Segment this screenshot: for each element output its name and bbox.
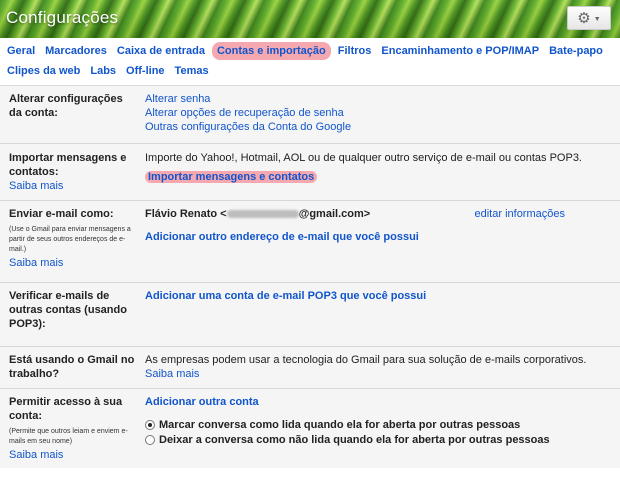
- row-change-account: Alterar configurações da conta: Alterar …: [0, 85, 620, 143]
- row-label-text: Enviar e-mail como:: [9, 208, 114, 220]
- learn-more-link[interactable]: Saiba mais: [145, 368, 199, 380]
- option-mark-read-label: Marcar conversa como lida quando ela for…: [159, 418, 521, 431]
- import-description: Importe do Yahoo!, Hotmail, AOL ou de qu…: [145, 152, 582, 164]
- tab-caixa-de-entrada[interactable]: Caixa de entrada: [114, 43, 208, 59]
- row-label-text: Importar mensagens e contatos:: [9, 152, 127, 178]
- radio-leave-unread[interactable]: [145, 434, 155, 445]
- add-email-address-link[interactable]: Adicionar outro endereço de e-mail que v…: [145, 230, 612, 244]
- change-password-link[interactable]: Alterar senha: [145, 92, 612, 106]
- row-import: Importar mensagens e contatos: Saiba mai…: [0, 143, 620, 200]
- row-content: Adicionar uma conta de e-mail POP3 que v…: [145, 289, 612, 303]
- row-work: Está usando o Gmail no trabalho? As empr…: [0, 346, 620, 388]
- settings-header: Configurações ⚙ ▼: [0, 0, 620, 38]
- tab-encaminhamento[interactable]: Encaminhamento e POP/IMAP: [378, 43, 542, 59]
- learn-more-link[interactable]: Saiba mais: [9, 256, 137, 270]
- tab-bate-papo[interactable]: Bate-papo: [546, 43, 606, 59]
- row-content: Adicionar outra conta Marcar conversa co…: [145, 395, 612, 447]
- option-leave-unread-label: Deixar a conversa como não lida quando e…: [159, 433, 550, 446]
- tab-labs[interactable]: Labs: [87, 63, 119, 79]
- chevron-down-icon: ▼: [593, 15, 601, 23]
- tab-marcadores[interactable]: Marcadores: [42, 43, 110, 59]
- import-mail-contacts-link[interactable]: Importar mensagens e contatos: [145, 171, 318, 183]
- row-label: Permitir acesso à sua conta: (Permite qu…: [9, 395, 137, 462]
- tab-geral[interactable]: Geral: [4, 43, 38, 59]
- learn-more-link[interactable]: Saiba mais: [9, 179, 137, 193]
- row-label-text: Permitir acesso à sua conta:: [9, 396, 123, 422]
- tab-row-1: Geral Marcadores Caixa de entrada Contas…: [4, 41, 620, 61]
- row-content: Importe do Yahoo!, Hotmail, AOL ou de qu…: [145, 151, 612, 184]
- recovery-options-link[interactable]: Alterar opções de recuperação de senha: [145, 106, 612, 120]
- google-account-settings-link[interactable]: Outras configurações da Conta do Google: [145, 120, 612, 134]
- row-check-mail: Verificar e-mails de outras contas (usan…: [0, 282, 620, 346]
- row-label: Enviar e-mail como: (Use o Gmail para en…: [9, 207, 137, 270]
- tab-filtros[interactable]: Filtros: [335, 43, 375, 59]
- work-text: As empresas podem usar a tecnologia do G…: [145, 354, 587, 366]
- sender-suffix: @gmail.com>: [298, 208, 371, 220]
- settings-menu-button[interactable]: ⚙ ▼: [567, 6, 611, 30]
- tab-row-2: Clipes da web Labs Off-line Temas: [4, 61, 620, 81]
- tab-temas[interactable]: Temas: [172, 63, 212, 79]
- settings-table: Alterar configurações da conta: Alterar …: [0, 85, 620, 468]
- add-pop3-account-link[interactable]: Adicionar uma conta de e-mail POP3 que v…: [145, 289, 612, 303]
- option-mark-read[interactable]: Marcar conversa como lida quando ela for…: [145, 417, 612, 432]
- row-label: Alterar configurações da conta:: [9, 93, 123, 119]
- edit-info-link[interactable]: editar informações: [475, 207, 566, 221]
- send-as-note: (Use o Gmail para enviar mensagens a par…: [9, 226, 131, 253]
- grant-note: (Permite que outros leiam e enviem e-mai…: [9, 428, 128, 445]
- row-label: Verificar e-mails de outras contas (usan…: [9, 290, 127, 330]
- tab-off-line[interactable]: Off-line: [123, 63, 168, 79]
- radio-mark-read[interactable]: [145, 419, 155, 430]
- row-send-as: Enviar e-mail como: (Use o Gmail para en…: [0, 200, 620, 282]
- row-content: Flávio Renato < @gmail.com> editar inform…: [145, 207, 612, 244]
- row-grant-access: Permitir acesso à sua conta: (Permite qu…: [0, 388, 620, 468]
- redacted-email: [226, 210, 299, 219]
- learn-more-link[interactable]: Saiba mais: [9, 448, 137, 462]
- row-label: Importar mensagens e contatos: Saiba mai…: [9, 151, 137, 193]
- sender-prefix: Flávio Renato <: [145, 208, 227, 220]
- row-content: Alterar senha Alterar opções de recupera…: [145, 92, 612, 134]
- gear-icon: ⚙: [577, 9, 591, 27]
- page-title: Configurações: [6, 8, 119, 27]
- row-content: As empresas podem usar a tecnologia do G…: [145, 353, 612, 381]
- tab-clipes-da-web[interactable]: Clipes da web: [4, 63, 83, 79]
- add-another-account-link[interactable]: Adicionar outra conta: [145, 395, 612, 409]
- row-label: Está usando o Gmail no trabalho?: [9, 354, 135, 380]
- settings-tabs: Geral Marcadores Caixa de entrada Contas…: [0, 41, 620, 83]
- tab-contas-e-importacao[interactable]: Contas e importação: [211, 42, 331, 60]
- sender-address: Flávio Renato < @gmail.com>: [145, 207, 370, 221]
- option-leave-unread[interactable]: Deixar a conversa como não lida quando e…: [145, 432, 612, 447]
